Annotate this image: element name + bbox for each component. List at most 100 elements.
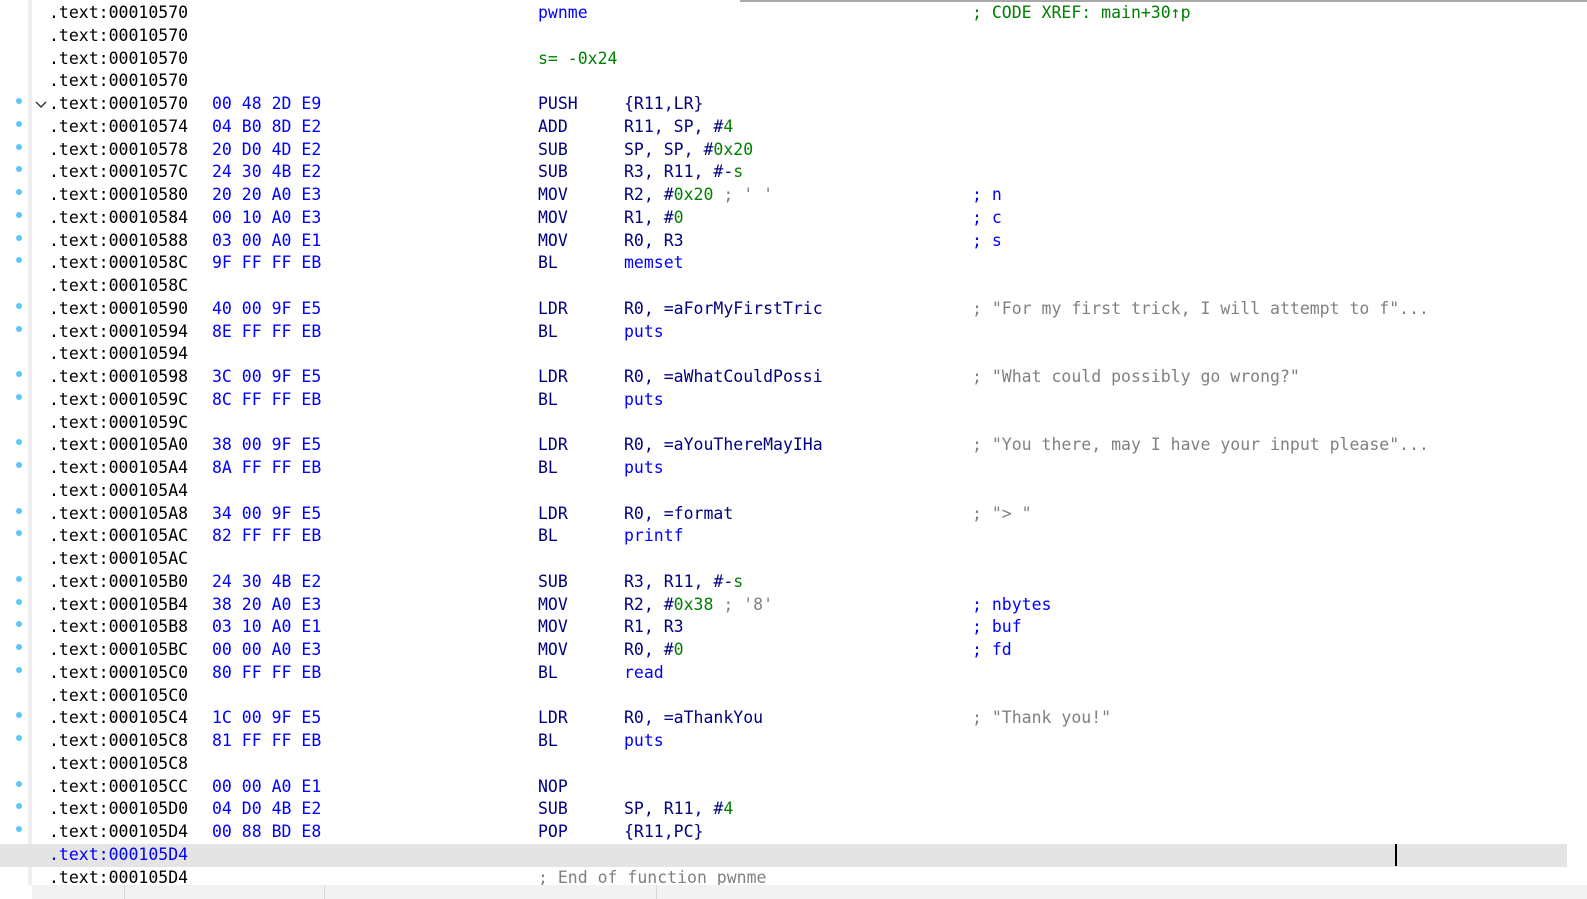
listing-line[interactable]: .text:000105A0 38 00 9F E5 LDR R0, =aYouThe… [0,434,1567,457]
breakpoint-dot-icon[interactable] [16,393,22,400]
breakpoint-dot-icon[interactable] [16,98,22,104]
symbol-reference[interactable]: printf [624,526,684,545]
operands[interactable]: R0, =aThankYou [624,707,763,730]
symbol-reference[interactable]: puts [624,390,664,409]
listing-line[interactable]: .text:0001059C [0,412,1567,435]
listing-line[interactable]: .text:0001059C 8C FF FF EB BL puts [0,389,1567,412]
listing-line[interactable]: .text:0001058C 9F FF FF EB BL memset [0,252,1567,275]
operands[interactable]: read [624,662,664,685]
listing-line[interactable]: .text:00010570 [0,70,1567,93]
breakpoint-dot-icon[interactable] [16,735,22,741]
listing-line[interactable]: .text:000105BC 00 00 A0 E3 MOV R0, #0 ; fd [0,639,1567,662]
breakpoint-dot-icon[interactable] [16,189,22,195]
operands[interactable]: puts [624,730,664,753]
operands[interactable]: {R11,PC} [624,821,703,844]
operands[interactable]: R0, #0 [624,639,684,662]
function-label[interactable]: pwnme [538,2,588,25]
symbol-reference[interactable]: read [624,663,664,682]
breakpoint-dot-icon[interactable] [16,803,22,810]
breakpoint-dot-icon[interactable] [16,234,22,241]
operands[interactable]: puts [624,321,664,344]
operands[interactable]: {R11,LR} [624,93,703,116]
operands[interactable]: R0, =aForMyFirstTric [624,298,823,321]
listing-line[interactable]: .text:000105B8 03 10 A0 E1 MOV R1, R3 ; buf [0,616,1567,639]
listing-line[interactable]: .text:00010588 03 00 A0 E1 MOV R0, R3 ; s [0,230,1567,253]
listing-line[interactable]: .text:000105C0 80 FF FF EB BL read [0,662,1567,685]
operands[interactable]: R1, R3 [624,616,684,639]
listing-line[interactable]: .text:00010594 8E FF FF EB BL puts [0,321,1567,344]
listing-line[interactable]: .text:000105C4 1C 00 9F E5 LDR R0, =aThankY… [0,707,1567,730]
operands[interactable]: SP, R11, #4 [624,798,733,821]
operands[interactable]: R11, SP, #4 [624,116,733,139]
breakpoint-dot-icon[interactable] [16,598,22,605]
operands[interactable]: R3, R11, #-s [624,571,743,594]
breakpoint-dot-icon[interactable] [16,621,22,628]
listing-line[interactable]: .text:000105D0 04 D0 4B E2 SUB SP, R11, #4 [0,798,1567,821]
listing-line[interactable]: .text:000105A4 [0,480,1567,503]
listing-line[interactable]: .text:000105C8 81 FF FF EB BL puts [0,730,1567,753]
breakpoint-dot-icon[interactable] [16,325,22,332]
listing-line[interactable]: .text:00010594 [0,343,1567,366]
operands[interactable]: R2, #0x20 ; ' ' [624,184,773,207]
breakpoint-dot-icon[interactable] [16,666,22,673]
breakpoint-dot-icon[interactable] [16,644,22,650]
listing-line[interactable]: .text:000105CC 00 00 A0 E1 NOP [0,776,1567,799]
breakpoint-dot-icon[interactable] [16,712,22,719]
breakpoint-dot-icon[interactable] [16,780,22,787]
operands[interactable]: R0, R3 [624,230,684,253]
listing-line[interactable]: .text:00010570 s= -0x24 [0,48,1567,71]
listing-line[interactable]: .text:000105A4 8A FF FF EB BL puts [0,457,1567,480]
operands[interactable]: SP, SP, #0x20 [624,139,753,162]
symbol-reference[interactable]: puts [624,731,664,750]
operands[interactable]: R0, =aWhatCouldPossi [624,366,823,389]
breakpoint-dot-icon[interactable] [16,211,22,218]
listing-line[interactable]: .text:00010578 20 D0 4D E2 SUB SP, SP, #0x2… [0,139,1567,162]
listing-line[interactable]: .text:000105D4 00 88 BD E8 POP {R11,PC} [0,821,1567,844]
listing-line[interactable]: .text:000105A8 34 00 9F E5 LDR R0, =format;… [0,503,1567,526]
listing-line[interactable]: .text:00010570 00 48 2D E9 PUSH {R11,LR} [0,93,1567,116]
symbol-reference[interactable]: puts [624,458,664,477]
operands[interactable]: R2, #0x38 ; '8' [624,594,773,617]
listing-line[interactable]: .text:00010570 [0,25,1567,48]
listing-line[interactable]: .text:00010590 40 00 9F E5 LDR R0, =aForMyF… [0,298,1567,321]
listing-line[interactable]: .text:000105AC [0,548,1567,571]
breakpoint-dot-icon[interactable] [16,120,22,127]
breakpoint-dot-icon[interactable] [16,302,22,309]
breakpoint-dot-icon[interactable] [16,507,22,514]
breakpoint-dot-icon[interactable] [16,143,22,150]
breakpoint-dot-icon[interactable] [16,439,22,446]
collapse-chevron-icon[interactable] [34,96,48,110]
listing-line[interactable]: .text:000105B0 24 30 4B E2 SUB R3, R11, #-s [0,571,1567,594]
operands[interactable]: R0, =format [624,503,733,526]
listing-line[interactable]: .text:000105C0 [0,685,1567,708]
symbol-reference[interactable]: memset [624,253,684,272]
operands[interactable]: R1, #0 [624,207,684,230]
listing-line[interactable]: .text:000105C8 [0,753,1567,776]
symbol-reference[interactable]: puts [624,322,664,341]
listing-line[interactable]: .text:00010570 pwnme ; CODE XREF: main+30↑… [0,2,1567,25]
breakpoint-dot-icon[interactable] [16,166,22,173]
breakpoint-dot-icon[interactable] [16,462,22,468]
operands[interactable]: memset [624,252,684,275]
listing-line[interactable]: .text:0001058C [0,275,1567,298]
listing-line-current[interactable]: .text:000105D4 [0,843,1567,867]
listing-line[interactable]: .text:00010574 04 B0 8D E2 ADD R11, SP, #4 [0,116,1567,139]
operands[interactable]: R3, R11, #-s [624,161,743,184]
breakpoint-dot-icon[interactable] [16,575,22,582]
operands[interactable]: puts [624,457,664,480]
listing-line[interactable]: .text:00010598 3C 00 9F E5 LDR R0, =aWhatCo… [0,366,1567,389]
breakpoint-dot-icon[interactable] [16,826,22,832]
operands[interactable]: R0, =aYouThereMayIHa [624,434,823,457]
listing-line[interactable]: .text:000105B4 38 20 A0 E3 MOV R2, #0x38 ; … [0,594,1567,617]
operands[interactable]: puts [624,389,664,412]
breakpoint-dot-icon[interactable] [16,371,22,377]
listing-line[interactable]: .text:00010584 00 10 A0 E3 MOV R1, #0 ; c [0,207,1567,230]
breakpoint-dot-icon[interactable] [16,530,22,537]
listing-line[interactable]: .text:0001057C 24 30 4B E2 SUB R3, R11, #-s [0,161,1567,184]
listing-line[interactable]: .text:00010580 20 20 A0 E3 MOV R2, #0x20 ; … [0,184,1567,207]
disassembly-view[interactable]: .text:00010570 pwnme ; CODE XREF: main+30↑… [0,2,1567,889]
breakpoint-dot-icon[interactable] [16,257,22,264]
operands[interactable]: printf [624,525,684,548]
horizontal-scrollbar[interactable] [32,885,1587,899]
listing-line[interactable]: .text:000105AC 82 FF FF EB BL printf [0,525,1567,548]
